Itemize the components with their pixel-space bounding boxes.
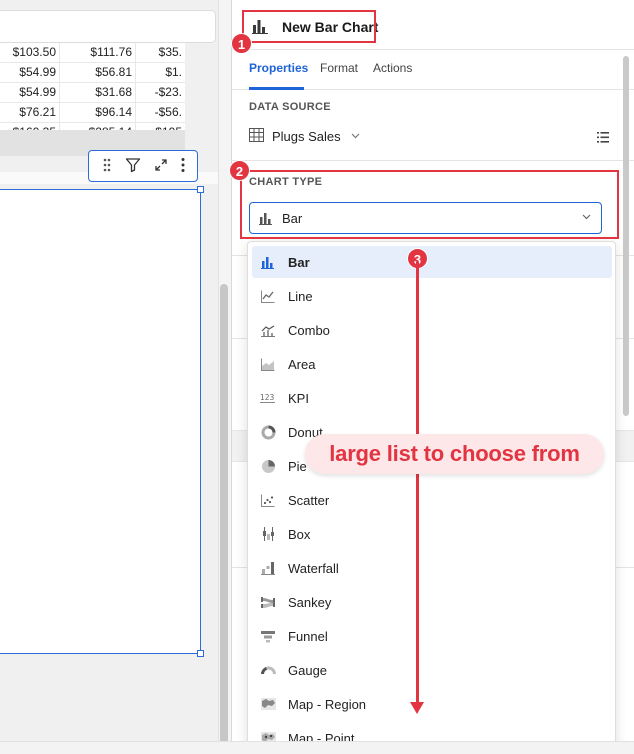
active-tab-indicator	[249, 87, 304, 90]
option-label: KPI	[288, 390, 309, 406]
table-row[interactable]: $103.50 $111.76 $35.	[0, 43, 185, 63]
option-label: Line	[288, 288, 313, 304]
bottom-scrollbar-track	[0, 741, 634, 754]
chart-type-option-waterfall[interactable]: Waterfall	[252, 552, 612, 584]
table-cell: $76.21	[0, 103, 60, 122]
table-row[interactable]: $76.21 $96.14 -$56.	[0, 103, 185, 123]
table-cell: $54.99	[0, 83, 60, 102]
chart-type-option-combo[interactable]: Combo	[252, 314, 612, 346]
kpi-icon: 123	[260, 390, 276, 406]
table-cell: $54.99	[0, 63, 60, 82]
bar-chart-icon	[260, 254, 276, 270]
table-cell: -$23.	[154, 85, 182, 99]
chart-type-option-line[interactable]: Line	[252, 280, 612, 312]
selected-chart-element[interactable]	[0, 186, 204, 657]
tab-properties[interactable]: Properties	[249, 61, 308, 75]
chart-type-option-box[interactable]: Box	[252, 518, 612, 550]
panel-scrollbar-thumb[interactable]	[623, 56, 629, 416]
table-cell: $1.	[165, 65, 182, 79]
chart-type-option-kpi[interactable]: 123 KPI	[252, 382, 612, 414]
canvas-scrollbar-thumb[interactable]	[220, 284, 228, 750]
chart-type-option-gauge[interactable]: Gauge	[252, 654, 612, 686]
drag-handle-icon[interactable]	[102, 157, 112, 176]
option-label: Waterfall	[288, 560, 339, 576]
annotation-arrow-line	[416, 262, 419, 706]
scatter-chart-icon	[260, 492, 276, 508]
chart-type-option-area[interactable]: Area	[252, 348, 612, 380]
list-view-icon[interactable]	[597, 131, 609, 146]
table-icon	[249, 128, 264, 145]
formula-bar[interactable]	[0, 10, 216, 43]
option-label: Gauge	[288, 662, 328, 678]
annotation-highlight-title	[242, 10, 376, 43]
table-row[interactable]: $54.99 $31.68 -$23.	[0, 83, 185, 103]
pie-chart-icon	[260, 458, 276, 474]
data-source-label: DATA SOURCE	[249, 101, 331, 113]
tab-actions[interactable]: Actions	[373, 61, 412, 75]
donut-chart-icon	[260, 424, 276, 440]
option-label: Funnel	[288, 628, 328, 644]
chart-type-dropdown: Bar Line Combo Area 123 KPI Donut Pie Sc…	[247, 241, 616, 754]
region-map-icon	[260, 696, 276, 712]
annotation-arrow-head	[410, 702, 424, 714]
box-plot-icon	[260, 526, 276, 542]
option-label: Bar	[288, 254, 310, 270]
expand-icon[interactable]	[154, 158, 168, 175]
option-label: Area	[288, 356, 316, 372]
annotation-badge-2: 2	[229, 160, 250, 181]
tab-format[interactable]: Format	[320, 61, 358, 75]
table-cell: -$56.	[154, 105, 182, 119]
option-label: Sankey	[288, 594, 332, 610]
funnel-chart-icon	[260, 628, 276, 644]
chart-type-option-funnel[interactable]: Funnel	[252, 620, 612, 652]
annotation-callout: large list to choose from	[305, 434, 604, 474]
table-cell: $96.14	[60, 103, 136, 122]
gauge-chart-icon	[260, 662, 276, 678]
line-chart-icon	[260, 288, 276, 304]
option-label: Map - Region	[288, 696, 367, 712]
filter-icon[interactable]	[125, 157, 141, 176]
table-row[interactable]: $54.99 $56.81 $1.	[0, 63, 185, 83]
table-cell: $35.	[158, 45, 182, 59]
option-label: Pie	[288, 458, 307, 474]
panel-tabs: Properties Format Actions	[232, 50, 634, 90]
element-toolbar	[88, 150, 198, 182]
data-table: $103.50 $111.76 $35. $54.99 $56.81 $1. $…	[0, 43, 185, 143]
option-label: Scatter	[288, 492, 330, 508]
sankey-chart-icon	[260, 594, 276, 610]
resize-handle[interactable]	[197, 186, 204, 193]
annotation-highlight-chart-type	[240, 170, 619, 239]
chevron-down-icon	[351, 131, 360, 142]
combo-chart-icon	[260, 322, 276, 338]
annotation-badge-1: 1	[231, 33, 252, 54]
data-source-selector[interactable]: Plugs Sales	[249, 128, 360, 145]
workbook-canvas: $103.50 $111.76 $35. $54.99 $56.81 $1. $…	[0, 0, 231, 754]
chart-type-option-map-region[interactable]: Map - Region	[252, 688, 612, 720]
table-cell: $103.50	[0, 43, 60, 62]
chart-type-option-sankey[interactable]: Sankey	[252, 586, 612, 618]
area-chart-icon	[260, 356, 276, 372]
chart-type-option-bar[interactable]: Bar	[252, 246, 612, 278]
waterfall-chart-icon	[260, 560, 276, 576]
svg-text:123: 123	[260, 393, 275, 402]
section-divider	[232, 160, 634, 161]
data-source-value: Plugs Sales	[272, 129, 341, 144]
resize-handle[interactable]	[197, 650, 204, 657]
option-label: Box	[288, 526, 311, 542]
chart-type-option-scatter[interactable]: Scatter	[252, 484, 612, 516]
table-cell: $31.68	[60, 83, 136, 102]
table-cell: $111.76	[60, 43, 136, 62]
more-options-icon[interactable]	[181, 157, 185, 176]
option-label: Combo	[288, 322, 330, 338]
table-cell: $56.81	[60, 63, 136, 82]
